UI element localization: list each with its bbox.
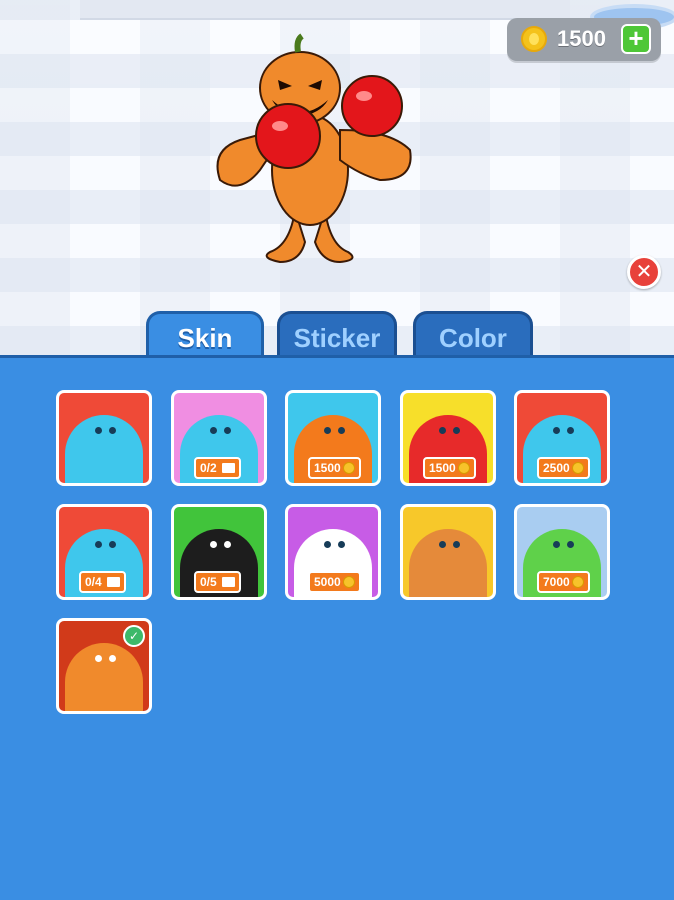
skin-card-mustache[interactable]: 1500 <box>285 390 381 486</box>
coin-amount: 1500 <box>557 26 606 51</box>
skin-character <box>65 415 143 483</box>
skin-price-label: 7000 <box>543 575 570 589</box>
skin-card-default[interactable] <box>56 390 152 486</box>
coin-icon <box>457 462 470 474</box>
skin-eye <box>109 655 116 662</box>
skin-eye <box>338 541 345 548</box>
coin-counter: 1500 + <box>507 18 661 61</box>
skin-price-badge: 2500 <box>537 457 590 479</box>
tab-color[interactable]: Color <box>413 311 533 361</box>
skin-eye <box>453 427 460 434</box>
skin-card-sheep[interactable]: 0/5 <box>171 504 267 600</box>
skin-card-pig[interactable]: 7000 <box>514 504 610 600</box>
skin-eye <box>210 541 217 548</box>
skin-card-hotdog[interactable] <box>400 504 496 600</box>
coin-icon <box>571 462 584 474</box>
skin-eye <box>95 541 102 548</box>
skin-price-badge: 7000 <box>537 571 590 593</box>
skin-eye <box>453 541 460 548</box>
check-icon: ✓ <box>123 625 145 647</box>
skin-eye <box>439 541 446 548</box>
coin-icon <box>342 462 355 474</box>
skin-price-label: 5000 <box>314 575 341 589</box>
skin-price-label: 0/5 <box>200 575 217 589</box>
skin-card-pigtails[interactable]: 0/2 <box>171 390 267 486</box>
skin-eye <box>210 427 217 434</box>
skin-eye <box>324 427 331 434</box>
skin-eye <box>109 427 116 434</box>
skin-price-badge: 0/5 <box>194 571 241 593</box>
coin-icon <box>571 576 584 588</box>
skin-card-duck[interactable]: 5000 <box>285 504 381 600</box>
skin-character <box>65 643 143 711</box>
skin-eye <box>567 427 574 434</box>
skin-card-viking[interactable]: 2500 <box>514 390 610 486</box>
video-icon <box>106 577 120 587</box>
skin-eye <box>553 427 560 434</box>
skin-price-label: 2500 <box>543 461 570 475</box>
skin-eye <box>224 541 231 548</box>
video-icon <box>221 577 235 587</box>
skin-eye <box>95 427 102 434</box>
plus-icon[interactable]: + <box>621 24 651 54</box>
skin-price-badge: 1500 <box>308 457 361 479</box>
skin-price-badge: 0/4 <box>79 571 126 593</box>
close-icon[interactable]: ✕ <box>627 255 661 289</box>
skin-eye <box>109 541 116 548</box>
skin-character <box>409 529 487 597</box>
skin-price-badge: 1500 <box>423 457 476 479</box>
character-preview <box>216 33 412 264</box>
arena-wall <box>80 0 570 20</box>
skin-eye <box>439 427 446 434</box>
skin-eye <box>324 541 331 548</box>
skin-eye <box>567 541 574 548</box>
skin-card-santa[interactable]: 0/4 <box>56 504 152 600</box>
skin-price-badge: 0/2 <box>194 457 241 479</box>
skin-price-badge: 5000 <box>308 571 361 593</box>
skin-price-label: 1500 <box>429 461 456 475</box>
video-icon <box>221 463 235 473</box>
skin-eye <box>338 427 345 434</box>
tab-sticker[interactable]: Sticker <box>277 311 397 361</box>
tab-skin[interactable]: Skin <box>146 311 264 361</box>
skin-eye <box>224 427 231 434</box>
skin-price-label: 0/4 <box>85 575 102 589</box>
coin-icon <box>342 576 355 588</box>
skin-price-label: 1500 <box>314 461 341 475</box>
skin-card-impostor[interactable]: 1500 <box>400 390 496 486</box>
coin-icon <box>521 26 547 52</box>
skin-eye <box>553 541 560 548</box>
skin-price-label: 0/2 <box>200 461 217 475</box>
skin-eye <box>95 655 102 662</box>
skin-card-pumpkin[interactable]: ✓ <box>56 618 152 714</box>
